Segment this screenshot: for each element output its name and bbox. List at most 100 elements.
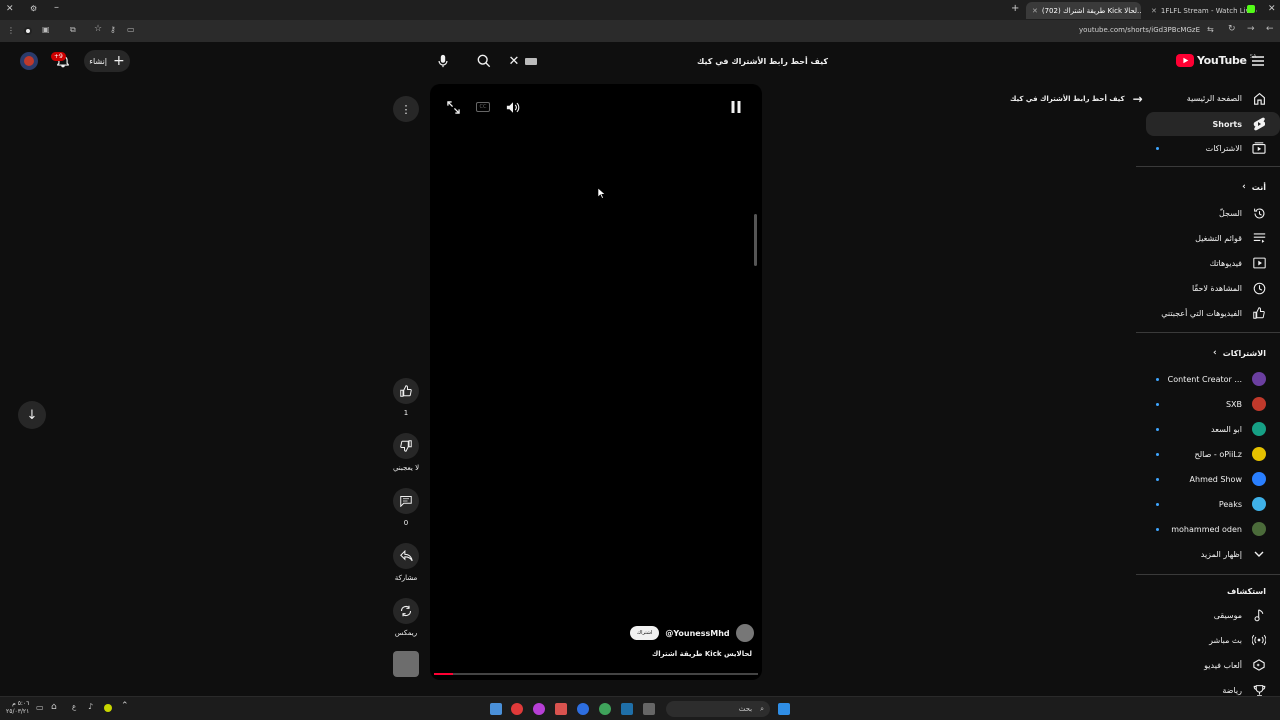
sidebar-subscription-item[interactable]: Content Creator ...: [1146, 367, 1280, 391]
new-tab-icon[interactable]: +: [1011, 3, 1019, 14]
sidebar-subscription-item[interactable]: Ahmed Show: [1146, 467, 1280, 491]
video-title[interactable]: طريقة اشتراك Kick لحالايس: [652, 650, 752, 658]
close-icon[interactable]: ✕: [1268, 4, 1276, 14]
sidebar-item-live[interactable]: بث مباشر: [1146, 628, 1280, 652]
voice-search-icon[interactable]: [432, 50, 454, 72]
search-value: كيف أحط رابط الأشتراك في كيك: [697, 56, 828, 66]
taskbar-steam-icon[interactable]: [621, 703, 633, 715]
notification-center-icon[interactable]: ▭: [36, 703, 44, 712]
site-settings-icon[interactable]: ⇆: [1207, 25, 1214, 34]
sidebar-subscription-item[interactable]: صالح - oPiiLz: [1146, 442, 1280, 466]
sidebar-item-shorts[interactable]: Shorts: [1146, 112, 1280, 136]
mic-tray-icon[interactable]: ♪: [88, 702, 93, 711]
show-more-button[interactable]: إظهار المزيد: [1146, 542, 1280, 566]
subscribe-button[interactable]: اشتراك: [630, 626, 660, 640]
sidebar-item-playlists[interactable]: قوائم التشغيل: [1146, 226, 1280, 250]
taskbar-task-view-icon[interactable]: [643, 703, 655, 715]
menu-dots-icon[interactable]: ⋮: [7, 26, 15, 35]
network-icon[interactable]: ⌂: [51, 702, 57, 712]
browser-tab-youtube[interactable]: ✕ (702) طريقة اشتراك Kick لحالا...: [1026, 2, 1141, 19]
captions-icon[interactable]: CC: [472, 96, 494, 118]
taskbar-edge-icon[interactable]: [577, 703, 589, 715]
video-progress-bar[interactable]: [434, 673, 758, 675]
sidebar-subscription-item[interactable]: mohammed oden: [1146, 517, 1280, 541]
bookmark-star-icon[interactable]: ☆: [94, 24, 102, 34]
key-icon[interactable]: ⚷: [110, 25, 116, 34]
search-icon[interactable]: [473, 50, 495, 72]
screen-icon[interactable]: ▭: [127, 25, 135, 34]
shorts-icon: [1252, 117, 1266, 131]
sidebar-item-music[interactable]: موسيقى: [1146, 603, 1280, 627]
more-options-button[interactable]: ⋮: [393, 96, 419, 122]
reload-icon[interactable]: ↻: [1228, 24, 1236, 34]
thumb-down-icon: [400, 440, 412, 452]
sidebar-item-label: ابو السعد: [1211, 424, 1242, 434]
tab-close-icon[interactable]: ✕: [1151, 7, 1157, 15]
sidebar-item-label: Peaks: [1218, 499, 1242, 509]
wallet-icon[interactable]: ▣: [42, 25, 50, 34]
channel-avatar: [1252, 397, 1266, 411]
comments-count: 0: [403, 519, 409, 527]
minimize-icon[interactable]: –: [54, 2, 59, 13]
sidebar-subscription-item[interactable]: ابو السعد: [1146, 417, 1280, 441]
sidebar-item-label: بث مباشر: [1209, 635, 1242, 645]
video-scrollbar[interactable]: [754, 214, 757, 266]
sidebar-item-history[interactable]: السجلّ: [1146, 201, 1280, 225]
settings-icon[interactable]: ⚙: [30, 4, 37, 13]
back-to-results[interactable]: كيف أحط رابط الأشتراك في كيك →: [1010, 92, 1143, 106]
clock[interactable]: ٥:٠٦ م ٢٥/٠٣/٢١: [6, 700, 29, 716]
sidebar-subscriptions-header[interactable]: ‹ الاشتراكات: [1213, 348, 1266, 358]
browser-tab-kick[interactable]: ✕ 1FLFL Stream - Watch Live on K: [1145, 2, 1257, 19]
tab-close-icon[interactable]: ✕: [1032, 7, 1038, 15]
input-language[interactable]: ع: [72, 703, 76, 711]
search-input[interactable]: كيف أحط رابط الأشتراك في كيك: [498, 50, 838, 72]
sidebar-you-header[interactable]: ‹ أنت: [1242, 182, 1266, 192]
taskbar-app-icon[interactable]: [511, 703, 523, 715]
channel-avatar[interactable]: [735, 624, 754, 642]
sidebar-subscription-item[interactable]: SXB: [1146, 392, 1280, 416]
back-icon[interactable]: ←: [1266, 24, 1274, 34]
taskbar-notepad-icon[interactable]: [490, 703, 502, 715]
extension-icon[interactable]: [24, 27, 32, 35]
shorts-video-player[interactable]: CC اشتراك @YounessMhd طريقة اشتراك Kick …: [430, 84, 762, 680]
forward-icon[interactable]: →: [1247, 24, 1255, 34]
channel-avatar: [1252, 447, 1266, 461]
sidebar-item-label: Shorts: [1212, 119, 1242, 129]
close-window-icon[interactable]: ✕: [6, 4, 14, 14]
account-avatar[interactable]: [20, 52, 38, 70]
fullscreen-icon[interactable]: [442, 96, 464, 118]
address-url[interactable]: youtube.com/shorts/iGd3PBcMGzE: [1079, 26, 1200, 34]
taskbar-app-icon[interactable]: [555, 703, 567, 715]
sound-thumbnail[interactable]: [393, 651, 419, 677]
sidebar-subscription-item[interactable]: Peaks: [1146, 492, 1280, 516]
taskbar-chrome-icon[interactable]: [599, 703, 611, 715]
sidebar-item-watch-later[interactable]: المشاهدة لاحقًا: [1146, 276, 1280, 300]
remix-button[interactable]: [393, 598, 419, 624]
sidebar-item-label: السجلّ: [1218, 208, 1242, 218]
liked-icon: [1252, 306, 1266, 320]
search-icon: ⌕: [760, 704, 764, 713]
sidebar-item-liked-videos[interactable]: الفيديوهات التي أعجبتني: [1146, 301, 1280, 325]
tray-app-icon[interactable]: [104, 704, 112, 712]
volume-icon[interactable]: [502, 96, 524, 118]
sidebar-item-gaming[interactable]: ألعاب فيديو: [1146, 653, 1280, 677]
sidebar: الصفحة الرئيسية Shorts الاشتراكات ‹ أنت …: [1136, 42, 1280, 696]
comments-button[interactable]: [393, 488, 419, 514]
gaming-icon: [1252, 658, 1266, 672]
create-button[interactable]: إنشاء +: [84, 50, 130, 72]
dislike-button[interactable]: [393, 433, 419, 459]
taskbar-search[interactable]: بحث ⌕: [666, 701, 770, 717]
remix-icon: [400, 605, 412, 617]
sidebar-item-your-videos[interactable]: فيديوهاتك: [1146, 251, 1280, 275]
windows-start-icon[interactable]: [778, 703, 790, 715]
next-short-button[interactable]: ↓: [18, 401, 46, 429]
sidebar-item-home[interactable]: الصفحة الرئيسية: [1146, 86, 1280, 110]
sidebar-item-subscriptions[interactable]: الاشتراكات: [1146, 136, 1280, 160]
taskbar-app-icon[interactable]: [533, 703, 545, 715]
pause-icon[interactable]: [725, 96, 747, 118]
like-button[interactable]: [393, 378, 419, 404]
channel-name[interactable]: @YounessMhd: [665, 629, 729, 638]
share-button[interactable]: [393, 543, 419, 569]
tray-expand-icon[interactable]: ⌃: [121, 701, 129, 711]
puzzle-icon[interactable]: ⧉: [70, 25, 76, 35]
